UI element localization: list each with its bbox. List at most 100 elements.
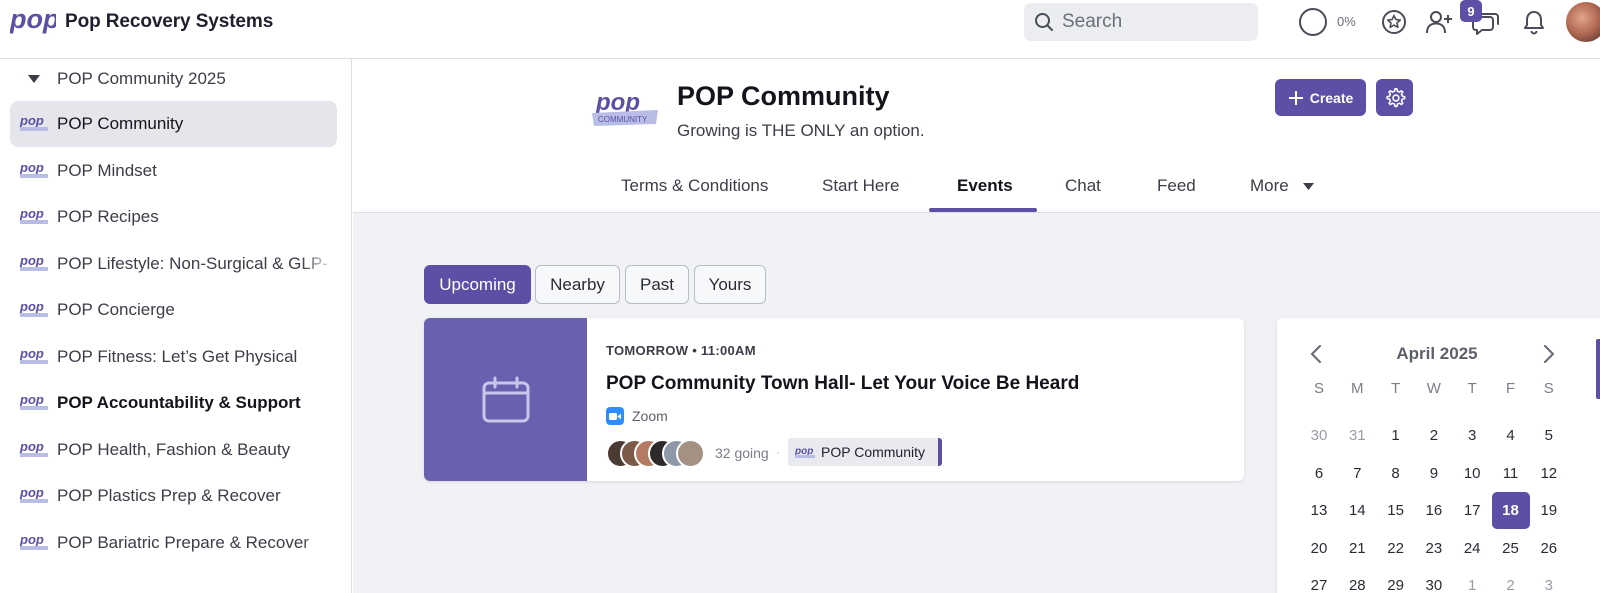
group-logo-icon: pop — [795, 446, 815, 458]
tab-chat[interactable]: Chat — [1065, 176, 1101, 196]
separator-dot: · — [776, 445, 780, 459]
settings-button[interactable] — [1376, 79, 1413, 116]
calendar-day[interactable]: 23 — [1415, 530, 1453, 567]
add-user-icon[interactable] — [1425, 8, 1453, 36]
calendar-day[interactable]: 9 — [1415, 455, 1453, 492]
sidebar-item-label: POP Fitness: Let’s Get Physical — [57, 346, 298, 366]
group-logo-icon: pop — [19, 346, 48, 364]
event-thumbnail — [424, 318, 587, 481]
svg-text:pop: pop — [19, 253, 44, 268]
calendar-day[interactable]: 30 — [1300, 417, 1338, 454]
search-box[interactable] — [1024, 3, 1258, 41]
calendar-day[interactable]: 20 — [1300, 530, 1338, 567]
sidebar-item-pop-mindset[interactable]: pop POP Mindset — [10, 148, 337, 194]
calendar-day[interactable]: 21 — [1338, 530, 1376, 567]
attendee-avatars[interactable] — [606, 439, 705, 468]
calendar-day[interactable]: 2 — [1415, 417, 1453, 454]
sidebar-group-label[interactable]: POP Community 2025 — [57, 69, 226, 89]
calendar-day[interactable]: 26 — [1530, 530, 1568, 567]
caret-down-icon[interactable] — [28, 75, 40, 83]
calendar-day[interactable]: 3 — [1530, 567, 1568, 593]
calendar-day[interactable]: 24 — [1453, 530, 1491, 567]
going-count[interactable]: 32 going — [715, 445, 769, 461]
calendar-day[interactable]: 18 — [1491, 492, 1530, 529]
calendar-day[interactable]: 3 — [1453, 417, 1491, 454]
event-title[interactable]: POP Community Town Hall- Let Your Voice … — [606, 373, 1079, 395]
user-avatar[interactable] — [1566, 2, 1600, 42]
calendar-day[interactable]: 19 — [1530, 492, 1568, 529]
sidebar-item-pop-community[interactable]: pop POP Community — [10, 101, 337, 147]
sidebar-item-pop-bariatric-prepare-recover[interactable]: pop POP Bariatric Prepare & Recover — [10, 520, 337, 566]
sidebar-item-pop-plastics-prep-recover[interactable]: pop POP Plastics Prep & Recover — [10, 473, 337, 519]
chevron-right-icon[interactable] — [1542, 344, 1556, 364]
create-button[interactable]: Create — [1275, 79, 1366, 116]
tab-feed[interactable]: Feed — [1157, 176, 1196, 196]
calendar-day[interactable]: 2 — [1492, 567, 1530, 593]
create-label: Create — [1309, 89, 1354, 106]
bell-icon[interactable] — [1520, 8, 1548, 36]
sidebar-item-label: POP Recipes — [57, 207, 159, 226]
sidebar-item-label: POP Community — [57, 114, 184, 133]
calendar-day[interactable]: 16 — [1415, 492, 1453, 529]
event-group-chip[interactable]: pop POP Community — [788, 438, 942, 466]
calendar-day[interactable]: 10 — [1453, 455, 1491, 492]
calendar-day[interactable]: 29 — [1377, 567, 1415, 593]
filter-upcoming[interactable]: Upcoming — [424, 265, 531, 304]
group-logo-icon: pop — [19, 206, 48, 224]
sidebar-item-pop-recipes[interactable]: pop POP Recipes — [10, 194, 337, 240]
progress-ring-icon[interactable] — [1298, 7, 1328, 37]
calendar-day[interactable]: 8 — [1377, 455, 1415, 492]
calendar-day[interactable]: 15 — [1377, 492, 1415, 529]
calendar-day[interactable]: 17 — [1453, 492, 1491, 529]
filter-nearby[interactable]: Nearby — [535, 265, 620, 304]
svg-text:pop: pop — [19, 346, 44, 361]
calendar-day[interactable]: 27 — [1300, 567, 1338, 593]
top-bar: pop Pop Recovery Systems 0% 9 — [0, 0, 1600, 59]
svg-text:pop: pop — [19, 299, 44, 314]
star-icon[interactable] — [1380, 8, 1408, 36]
event-card[interactable]: TOMORROW • 11:00AM POP Community Town Ha… — [424, 318, 1244, 481]
sidebar-item-pop-health-fashion-beauty[interactable]: pop POP Health, Fashion & Beauty — [10, 427, 337, 473]
brand-logo[interactable]: pop — [9, 4, 59, 36]
tab-more[interactable]: More — [1250, 176, 1315, 196]
brand-name[interactable]: Pop Recovery Systems — [65, 11, 273, 33]
calendar-day[interactable]: 5 — [1530, 417, 1568, 454]
calendar-day[interactable]: 7 — [1338, 455, 1376, 492]
sidebar-item-label: POP Concierge — [57, 300, 175, 319]
search-input[interactable] — [1062, 9, 1242, 35]
sidebar-item-pop-fitness-let-s-get-physical[interactable]: pop POP Fitness: Let’s Get Physical — [10, 334, 337, 380]
group-logo-icon: pop — [19, 299, 48, 317]
weekday-label: S — [1313, 380, 1324, 397]
sidebar-item-pop-concierge[interactable]: pop POP Concierge — [10, 287, 337, 333]
calendar-day[interactable]: 25 — [1492, 530, 1530, 567]
tab-start-here[interactable]: Start Here — [822, 176, 899, 196]
svg-text:pop: pop — [19, 485, 44, 500]
calendar-day[interactable]: 28 — [1338, 567, 1376, 593]
active-tab-indicator — [929, 208, 1037, 212]
group-logo-icon: pop — [19, 439, 48, 457]
calendar-day[interactable]: 13 — [1300, 492, 1338, 529]
svg-text:COMMUNITY: COMMUNITY — [598, 115, 648, 124]
sidebar-item-pop-lifestyle-non-surgical-glp[interactable]: pop POP Lifestyle: Non-Surgical & GLP- — [10, 241, 337, 287]
tab-events[interactable]: Events — [957, 176, 1013, 196]
weekday-label: W — [1426, 380, 1441, 397]
filter-past[interactable]: Past — [625, 265, 689, 304]
caret-down-icon — [1303, 183, 1315, 191]
calendar-day[interactable]: 12 — [1530, 455, 1568, 492]
calendar-day[interactable]: 31 — [1338, 417, 1376, 454]
sidebar-item-pop-accountability-support[interactable]: pop POP Accountability & Support — [10, 380, 337, 426]
calendar-day[interactable]: 1 — [1453, 567, 1491, 593]
svg-text:pop: pop — [19, 392, 44, 407]
scroll-edge-indicator — [1596, 339, 1600, 399]
calendar-day[interactable]: 30 — [1415, 567, 1453, 593]
calendar-day[interactable]: 11 — [1492, 455, 1530, 492]
weekday-label: M — [1351, 380, 1364, 397]
calendar-day[interactable]: 14 — [1338, 492, 1376, 529]
calendar-day[interactable]: 4 — [1492, 417, 1530, 454]
tab-terms-conditions[interactable]: Terms & Conditions — [621, 176, 768, 196]
weekday-label: T — [1467, 380, 1477, 397]
calendar-day[interactable]: 1 — [1377, 417, 1415, 454]
calendar-day[interactable]: 6 — [1300, 455, 1338, 492]
calendar-day[interactable]: 22 — [1377, 530, 1415, 567]
filter-yours[interactable]: Yours — [694, 265, 766, 304]
